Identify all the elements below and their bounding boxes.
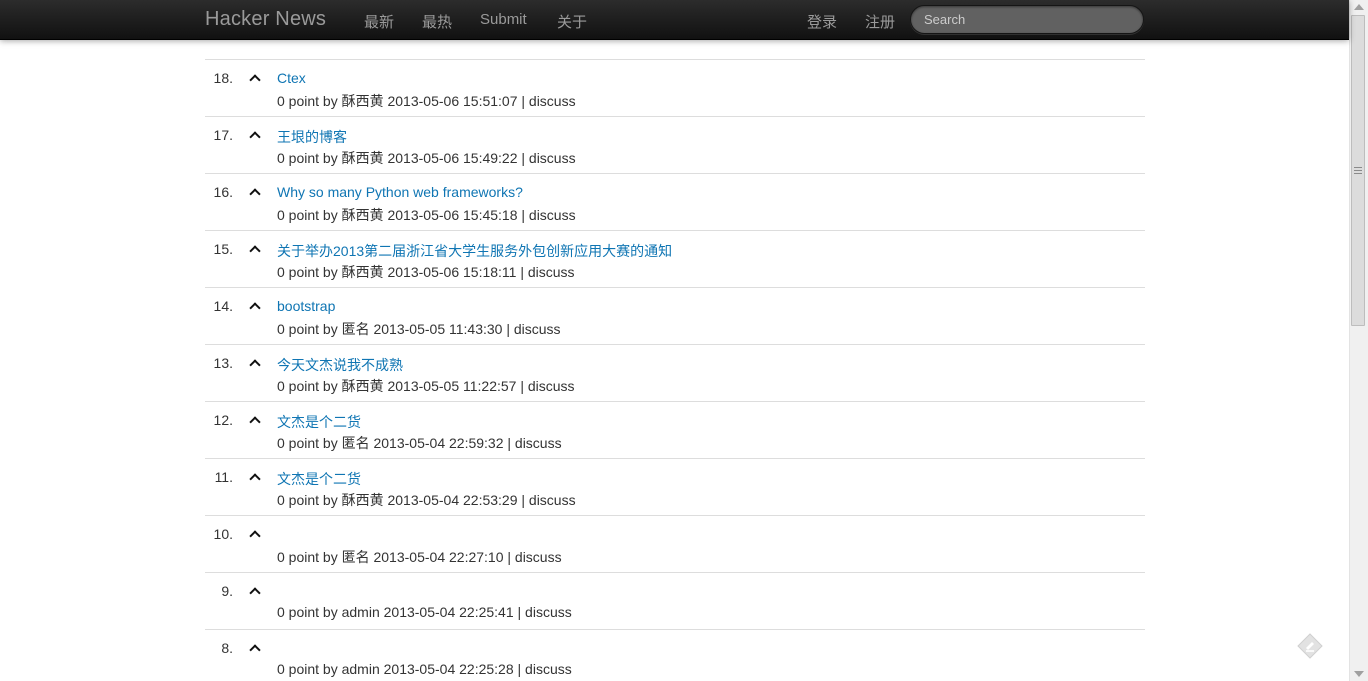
story-meta: 0 point by 匿名 2013-05-04 22:27:10 | disc… (277, 547, 562, 567)
search-input[interactable] (910, 5, 1144, 34)
nav-about[interactable]: 关于 (557, 11, 587, 32)
story-rank: 12. (213, 412, 233, 428)
story-meta-text: 0 point by 酥西黄 2013-05-04 22:53:29 | (277, 492, 529, 508)
upvote-icon[interactable] (249, 131, 261, 139)
upvote-icon[interactable] (249, 644, 261, 652)
upvote-icon[interactable] (249, 587, 261, 595)
story-rank: 10. (213, 526, 233, 542)
discuss-link[interactable]: discuss (529, 492, 576, 508)
discuss-link[interactable]: discuss (514, 321, 561, 337)
story-title-link[interactable]: Ctex (277, 70, 306, 86)
upvote-icon[interactable] (249, 245, 261, 253)
story-list: 18. Ctex 0 point by 酥西黄 2013-05-06 15:51… (205, 59, 1145, 681)
story-row: 14. bootstrap 0 point by 匿名 2013-05-05 1… (205, 288, 1145, 345)
story-rank: 16. (213, 184, 233, 200)
story-meta: 0 point by 匿名 2013-05-05 11:43:30 | disc… (277, 319, 561, 339)
story-meta-text: 0 point by 匿名 2013-05-04 22:59:32 | (277, 435, 515, 451)
story-meta-text: 0 point by 酥西黄 2013-05-06 15:18:11 | (277, 264, 528, 280)
scroll-up-arrow-icon[interactable] (1353, 3, 1365, 11)
upvote-icon[interactable] (249, 359, 261, 367)
story-rank: 13. (213, 355, 233, 371)
story-row: 11. 文杰是个二货 0 point by 酥西黄 2013-05-04 22:… (205, 459, 1145, 516)
story-meta-text: 0 point by admin 2013-05-04 22:25:41 | (277, 604, 526, 620)
story-title-link[interactable]: 文杰是个二货 (277, 469, 361, 489)
story-meta: 0 point by admin 2013-05-04 22:25:28 | d… (277, 661, 572, 677)
story-meta-text: 0 point by 酥西黄 2013-05-06 15:49:22 | (277, 150, 529, 166)
story-meta-text: 0 point by admin 2013-05-04 22:25:28 | (277, 661, 526, 677)
discuss-link[interactable]: discuss (529, 207, 576, 223)
story-title-link[interactable]: 今天文杰说我不成熟 (277, 355, 403, 375)
story-title-link[interactable]: Why so many Python web frameworks? (277, 184, 523, 200)
scrollbar-grip-line (1354, 167, 1362, 168)
nav-login[interactable]: 登录 (807, 11, 837, 32)
story-meta: 0 point by 酥西黄 2013-05-06 15:18:11 | dis… (277, 262, 575, 282)
story-meta: 0 point by 酥西黄 2013-05-06 15:51:07 | dis… (277, 91, 576, 111)
story-meta-text: 0 point by 酥西黄 2013-05-06 15:51:07 | (277, 93, 529, 109)
story-rank: 11. (214, 469, 233, 485)
story-row: 12. 文杰是个二货 0 point by 匿名 2013-05-04 22:5… (205, 402, 1145, 459)
upvote-icon[interactable] (249, 302, 261, 310)
nav-latest[interactable]: 最新 (364, 11, 394, 32)
scrollbar-grip-line (1354, 170, 1362, 171)
story-title-link[interactable]: 关于举办2013第二届浙江省大学生服务外包创新应用大赛的通知 (277, 241, 672, 261)
story-rank: 18. (213, 70, 233, 86)
story-meta: 0 point by 酥西黄 2013-05-06 15:45:18 | dis… (277, 205, 576, 225)
scroll-down-arrow-icon[interactable] (1353, 670, 1365, 678)
upvote-icon[interactable] (249, 188, 261, 196)
upvote-icon[interactable] (249, 416, 261, 424)
story-row: 8. 0 point by admin 2013-05-04 22:25:28 … (205, 630, 1145, 681)
scrollbar-grip-line (1354, 173, 1362, 174)
story-row: 9. 0 point by admin 2013-05-04 22:25:41 … (205, 573, 1145, 630)
story-meta: 0 point by 酥西黄 2013-05-06 15:49:22 | dis… (277, 148, 576, 168)
story-row: 17. 王垠的博客 0 point by 酥西黄 2013-05-06 15:4… (205, 117, 1145, 174)
nav-hottest[interactable]: 最热 (422, 11, 452, 32)
story-meta-text: 0 point by 匿名 2013-05-05 11:43:30 | (277, 321, 514, 337)
story-meta-text: 0 point by 酥西黄 2013-05-06 15:45:18 | (277, 207, 529, 223)
discuss-link[interactable]: discuss (515, 549, 562, 565)
discuss-link[interactable]: discuss (515, 435, 562, 451)
story-row: 10. 0 point by 匿名 2013-05-04 22:27:10 | … (205, 516, 1145, 573)
story-row: 18. Ctex 0 point by 酥西黄 2013-05-06 15:51… (205, 60, 1145, 117)
discuss-link[interactable]: discuss (529, 150, 576, 166)
upvote-icon[interactable] (249, 74, 261, 82)
story-title-link[interactable]: 王垠的博客 (277, 127, 347, 147)
story-meta-text: 0 point by 匿名 2013-05-04 22:27:10 | (277, 549, 515, 565)
story-row: 15. 关于举办2013第二届浙江省大学生服务外包创新应用大赛的通知 0 poi… (205, 231, 1145, 288)
story-row: 13. 今天文杰说我不成熟 0 point by 酥西黄 2013-05-05 … (205, 345, 1145, 402)
brand-link[interactable]: Hacker News (205, 8, 326, 31)
story-rank: 17. (213, 127, 233, 143)
nav-register[interactable]: 注册 (865, 11, 895, 32)
discuss-link[interactable]: discuss (529, 93, 576, 109)
discuss-link[interactable]: discuss (528, 264, 575, 280)
upvote-icon[interactable] (249, 473, 261, 481)
story-rank: 14. (213, 298, 233, 314)
story-rank: 9. (221, 583, 233, 599)
discuss-link[interactable]: discuss (525, 661, 572, 677)
nav-submit[interactable]: Submit (480, 11, 527, 28)
top-navbar: Hacker News 最新 最热 Submit 关于 登录 注册 (0, 0, 1349, 40)
feedback-icon[interactable] (1297, 633, 1323, 659)
story-title-link[interactable]: bootstrap (277, 298, 335, 314)
story-title-link[interactable]: 文杰是个二货 (277, 412, 361, 432)
discuss-link[interactable]: discuss (525, 604, 572, 620)
story-rank: 8. (221, 640, 233, 656)
discuss-link[interactable]: discuss (528, 378, 575, 394)
story-meta: 0 point by admin 2013-05-04 22:25:41 | d… (277, 604, 572, 620)
upvote-icon[interactable] (249, 530, 261, 538)
story-meta-text: 0 point by 酥西黄 2013-05-05 11:22:57 | (277, 378, 528, 394)
story-rank: 15. (213, 241, 233, 257)
story-meta: 0 point by 酥西黄 2013-05-05 11:22:57 | dis… (277, 376, 575, 396)
story-row: 16. Why so many Python web frameworks? 0… (205, 174, 1145, 231)
story-meta: 0 point by 酥西黄 2013-05-04 22:53:29 | dis… (277, 490, 576, 510)
story-meta: 0 point by 匿名 2013-05-04 22:59:32 | disc… (277, 433, 562, 453)
